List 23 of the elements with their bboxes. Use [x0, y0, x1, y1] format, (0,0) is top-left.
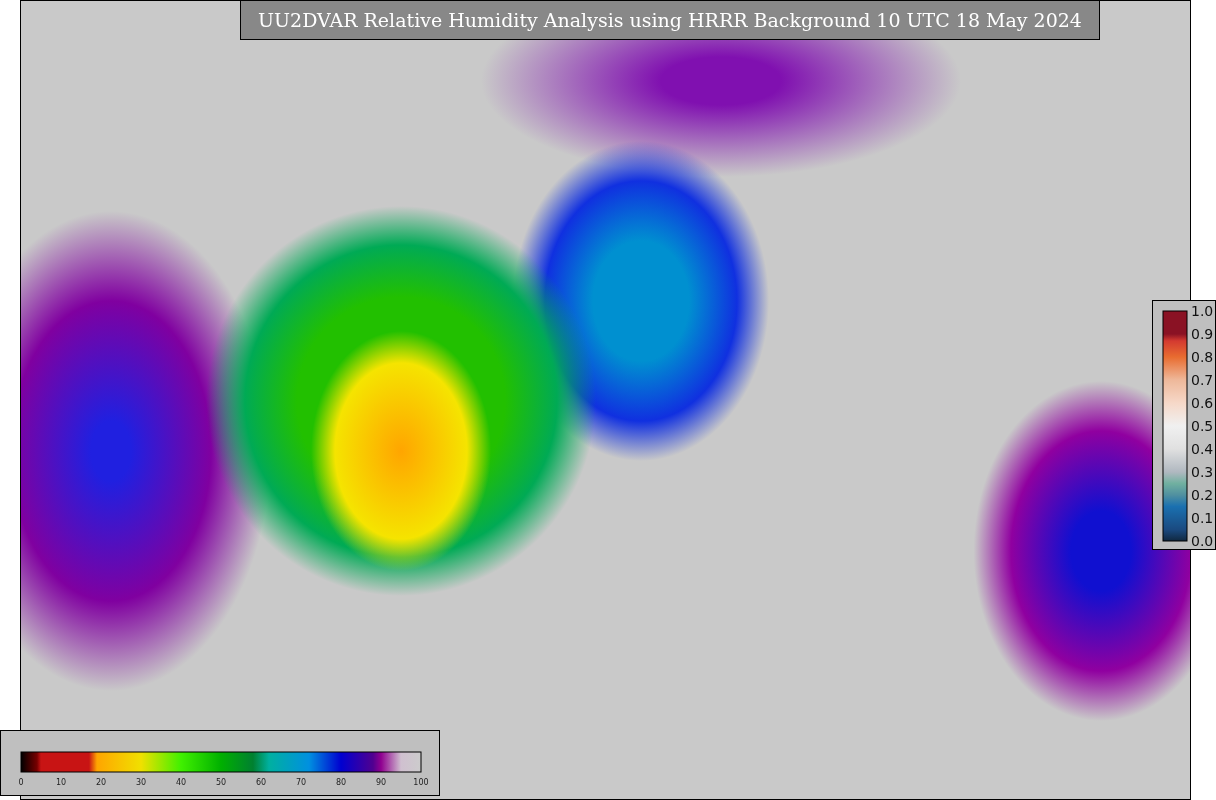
tick-label: 0.2	[1191, 487, 1214, 503]
tick-label: 80	[335, 778, 347, 787]
chart-title: UU2DVAR Relative Humidity Analysis using HRRR Background 10 UTC 18 May 2024	[240, 0, 1100, 40]
tick-label: 50	[215, 778, 227, 787]
tick-label: 20	[95, 778, 107, 787]
tick-label: 0.7	[1191, 372, 1214, 388]
tick-label: 1.0	[1191, 303, 1214, 319]
tick-label: 0.1	[1191, 510, 1214, 526]
tick-label: 0.3	[1191, 464, 1214, 480]
tick-label: 0	[18, 778, 24, 787]
tick-label: 10	[55, 778, 67, 787]
tick-label: 0.6	[1191, 395, 1214, 411]
tick-label: 70	[295, 778, 307, 787]
tick-label: 0.0	[1191, 533, 1214, 549]
tick-label: 0.5	[1191, 418, 1214, 434]
tick-label: 90	[375, 778, 387, 787]
tick-label: 0.9	[1191, 326, 1214, 342]
tick-label: 40	[175, 778, 187, 787]
tick-label: 0.8	[1191, 349, 1214, 365]
tick-label: 0.4	[1191, 441, 1214, 457]
tick-label: 30	[135, 778, 147, 787]
tick-label: 100	[413, 778, 429, 787]
tick-label: 60	[255, 778, 267, 787]
